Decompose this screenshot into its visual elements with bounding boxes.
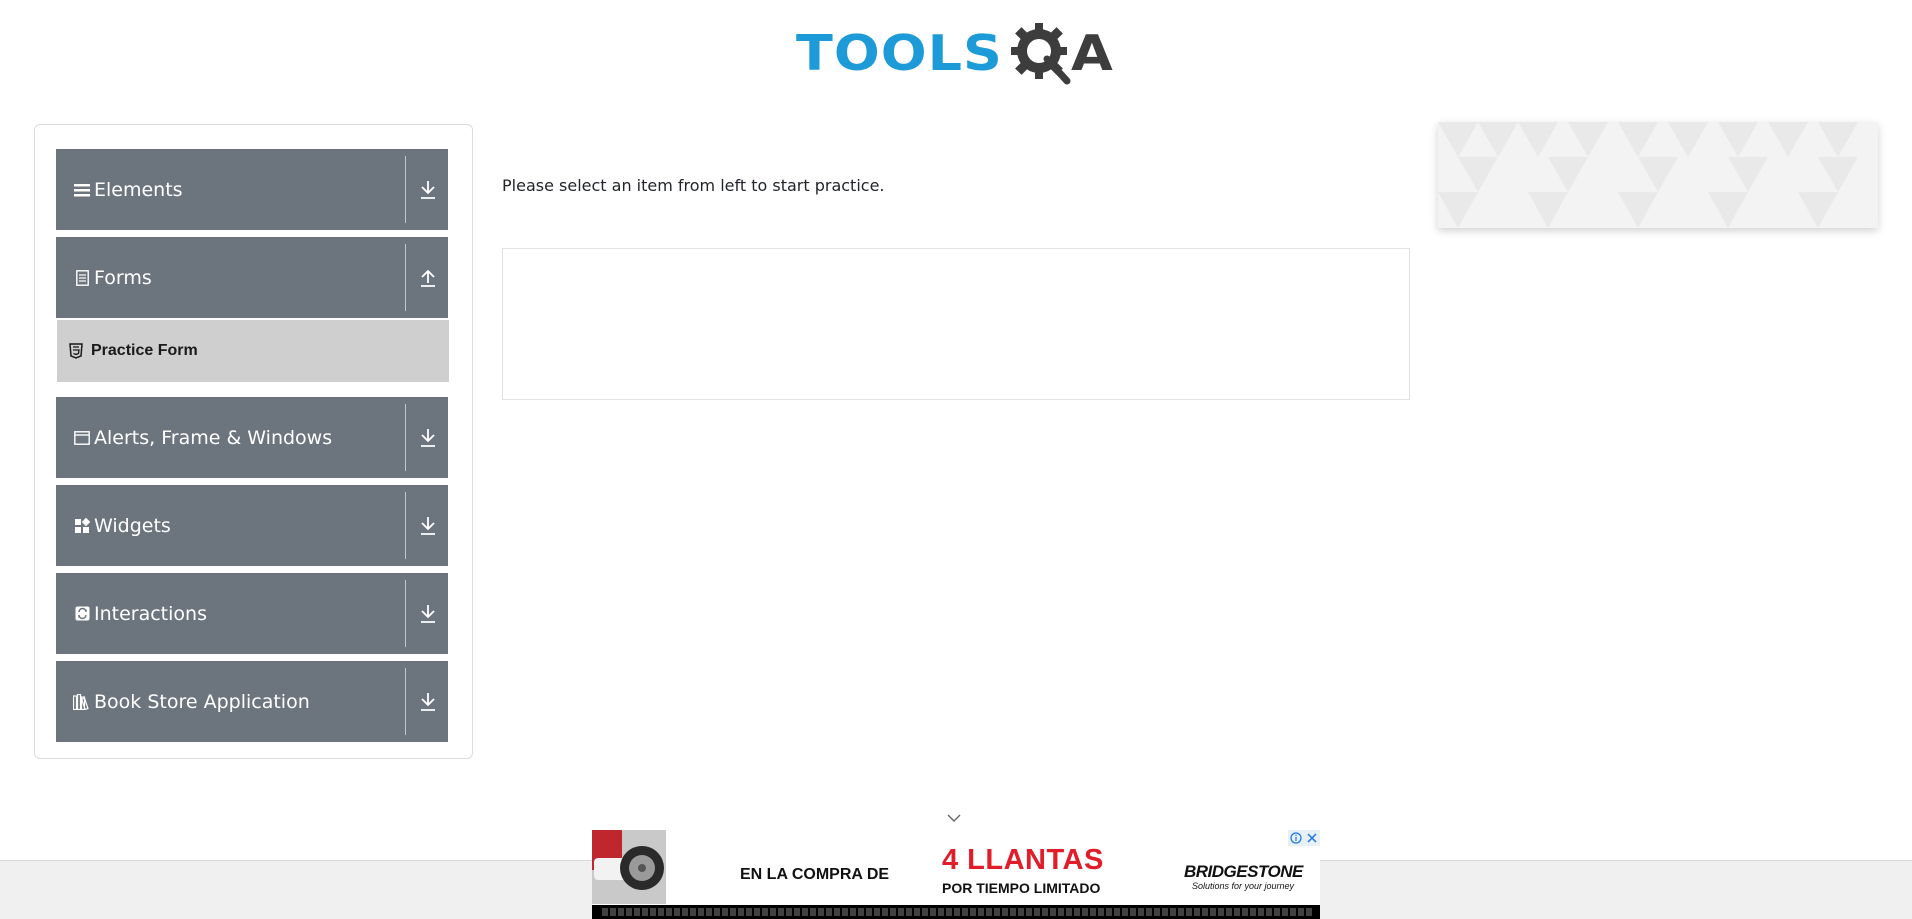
group-label-book-store: Book Store Application xyxy=(94,690,310,713)
group-elements[interactable]: Elements xyxy=(56,149,448,230)
books-icon xyxy=(73,693,91,711)
group-alerts-frame-windows[interactable]: Alerts, Frame & Windows xyxy=(56,397,448,478)
interactions-icon xyxy=(73,605,91,623)
chevron-down-icon[interactable] xyxy=(946,812,962,824)
main-instruction: Please select an item from left to start… xyxy=(502,176,885,195)
group-divider xyxy=(405,492,406,559)
upload-arrow-icon[interactable] xyxy=(418,267,438,289)
gear-q-logo-icon xyxy=(1010,23,1071,85)
bottom-ad-banner[interactable]: EN LA COMPRA DE 4 LLANTAS POR TIEMPO LIM… xyxy=(592,830,1320,919)
group-label-elements: Elements xyxy=(94,178,183,201)
main-content-box xyxy=(502,248,1410,400)
group-book-store-application[interactable]: Book Store Application xyxy=(56,661,448,742)
tire-car-image xyxy=(592,830,666,904)
ad-text-tires: 4 LLANTAS xyxy=(942,844,1104,876)
group-label-widgets: Widgets xyxy=(94,514,171,537)
group-divider xyxy=(405,244,406,311)
right-ad-placeholder xyxy=(1438,122,1878,228)
toolsqa-logo[interactable]: TOOLS A xyxy=(796,16,1113,92)
group-divider xyxy=(405,156,406,223)
html5-icon xyxy=(69,343,83,359)
group-divider xyxy=(405,404,406,471)
download-arrow-icon[interactable] xyxy=(418,691,438,713)
group-label-alerts: Alerts, Frame & Windows xyxy=(94,426,333,449)
ad-text-limited: POR TIEMPO LIMITADO xyxy=(942,880,1101,896)
ad-controls xyxy=(1288,830,1320,846)
hamburger-icon xyxy=(73,181,91,199)
group-widgets[interactable]: Widgets xyxy=(56,485,448,566)
group-label-forms: Forms xyxy=(94,266,152,289)
sidebar-item-practice-form[interactable]: Practice Form xyxy=(57,320,449,382)
left-panel: Elements Forms Practice Form Alerts, Fra… xyxy=(34,124,473,759)
ad-brand-tagline: Solutions for your journey xyxy=(1192,881,1295,891)
logo-text-tools: TOOLS xyxy=(796,25,1003,82)
group-interactions[interactable]: Interactions xyxy=(56,573,448,654)
close-icon[interactable] xyxy=(1306,832,1318,844)
ad-text-purchase: EN LA COMPRA DE xyxy=(740,866,890,883)
ad-brand-logo: BRIDGESTONE xyxy=(1184,862,1303,881)
download-arrow-icon[interactable] xyxy=(418,179,438,201)
ad-fine-print xyxy=(592,905,1320,919)
info-icon[interactable] xyxy=(1290,832,1302,844)
group-forms[interactable]: Forms xyxy=(56,237,448,318)
widgets-icon xyxy=(73,517,91,535)
document-icon xyxy=(73,269,91,287)
logo-text-a: A xyxy=(1070,25,1113,82)
window-icon xyxy=(73,429,91,447)
ad-pattern xyxy=(1438,122,1858,228)
download-arrow-icon[interactable] xyxy=(418,515,438,537)
sidebar-item-label: Practice Form xyxy=(91,342,198,359)
download-arrow-icon[interactable] xyxy=(418,427,438,449)
download-arrow-icon[interactable] xyxy=(418,603,438,625)
group-label-interactions: Interactions xyxy=(94,602,207,625)
group-divider xyxy=(405,668,406,735)
group-divider xyxy=(405,580,406,647)
